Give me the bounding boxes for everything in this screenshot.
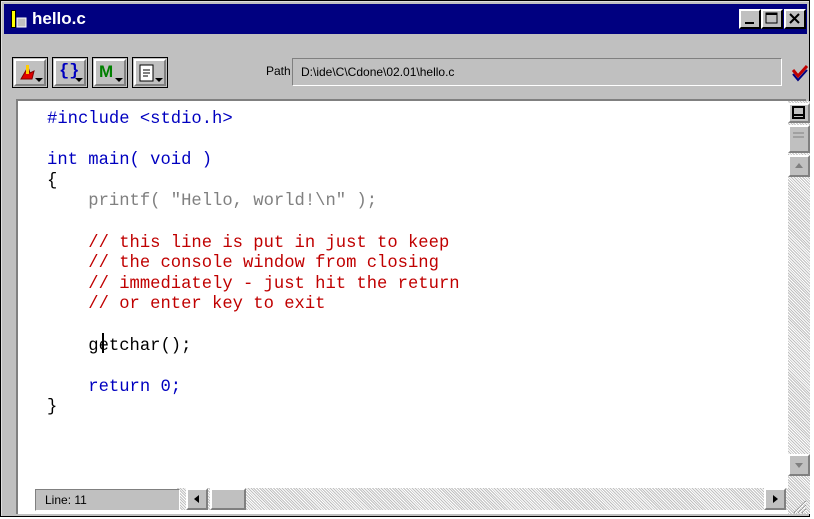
braces-button[interactable]: {}	[52, 57, 88, 88]
split-icon	[792, 106, 805, 119]
code-line: getchar();	[47, 336, 192, 356]
path-field[interactable]: D:\ide\C\Cdone\02.01\hello.c	[292, 58, 782, 86]
code-text[interactable]: #include <stdio.h> int main( void ) { pr…	[47, 110, 460, 419]
maximize-icon	[765, 12, 778, 24]
toolbar: {} M Path D:\ide\C\Cdone\02.01\hello.c	[4, 37, 810, 95]
window-title: hello.c	[32, 9, 86, 28]
code-line: }	[47, 398, 58, 418]
close-icon	[789, 13, 800, 24]
minimize-button[interactable]	[739, 9, 761, 29]
code-line: // or enter key to exit	[47, 295, 326, 315]
scroll-right-button[interactable]	[764, 488, 786, 510]
code-line: // the console window from closing	[47, 254, 439, 274]
resize-grip-icon[interactable]	[789, 496, 807, 514]
code-line: int main( void )	[47, 151, 213, 171]
text-caret	[102, 333, 104, 353]
split-button[interactable]	[788, 103, 810, 123]
scroll-down-button[interactable]	[788, 454, 810, 476]
horizontal-scrollbar[interactable]	[176, 488, 788, 510]
checkmark-icon[interactable]	[790, 63, 810, 83]
code-line: printf( "Hello, world!\n" );	[47, 192, 378, 212]
scroll-up-button[interactable]	[788, 155, 810, 177]
editor-window: hello.c {} M Path D:\ide\C\Cdone\02.01\h…	[0, 0, 810, 517]
vertical-scrollbar[interactable]	[788, 101, 810, 514]
path-value: D:\ide\C\Cdone\02.01\hello.c	[301, 65, 455, 79]
line-number: Line: 11	[45, 493, 87, 507]
macro-icon: M	[99, 62, 114, 81]
arrow-down-icon	[795, 463, 803, 468]
arrow-left-icon	[194, 495, 199, 503]
macro-button[interactable]: M	[92, 57, 128, 88]
document-icon	[11, 10, 27, 28]
path-label: Path	[266, 64, 291, 78]
code-line: return 0;	[47, 377, 182, 397]
title-bar[interactable]: hello.c	[4, 4, 807, 34]
line-indicator: Line: 11	[35, 489, 180, 511]
code-line: // immediately - just hit the return	[47, 274, 460, 294]
close-button[interactable]	[784, 9, 806, 29]
code-line: // this line is put in just to keep	[47, 233, 450, 253]
code-line: #include <stdio.h>	[47, 110, 233, 129]
horizontal-scroll-thumb[interactable]	[210, 488, 246, 510]
split-handle[interactable]	[788, 125, 810, 153]
code-line: {	[47, 171, 58, 191]
maximize-button[interactable]	[761, 9, 783, 29]
minimize-icon	[745, 22, 754, 24]
document-button[interactable]	[132, 57, 168, 88]
arrow-right-icon	[773, 495, 778, 503]
document-icon	[139, 64, 154, 82]
scroll-left-button[interactable]	[186, 488, 208, 510]
arrow-up-icon	[795, 163, 803, 168]
tools-button[interactable]	[12, 57, 48, 88]
split-handle-icon	[793, 132, 804, 138]
